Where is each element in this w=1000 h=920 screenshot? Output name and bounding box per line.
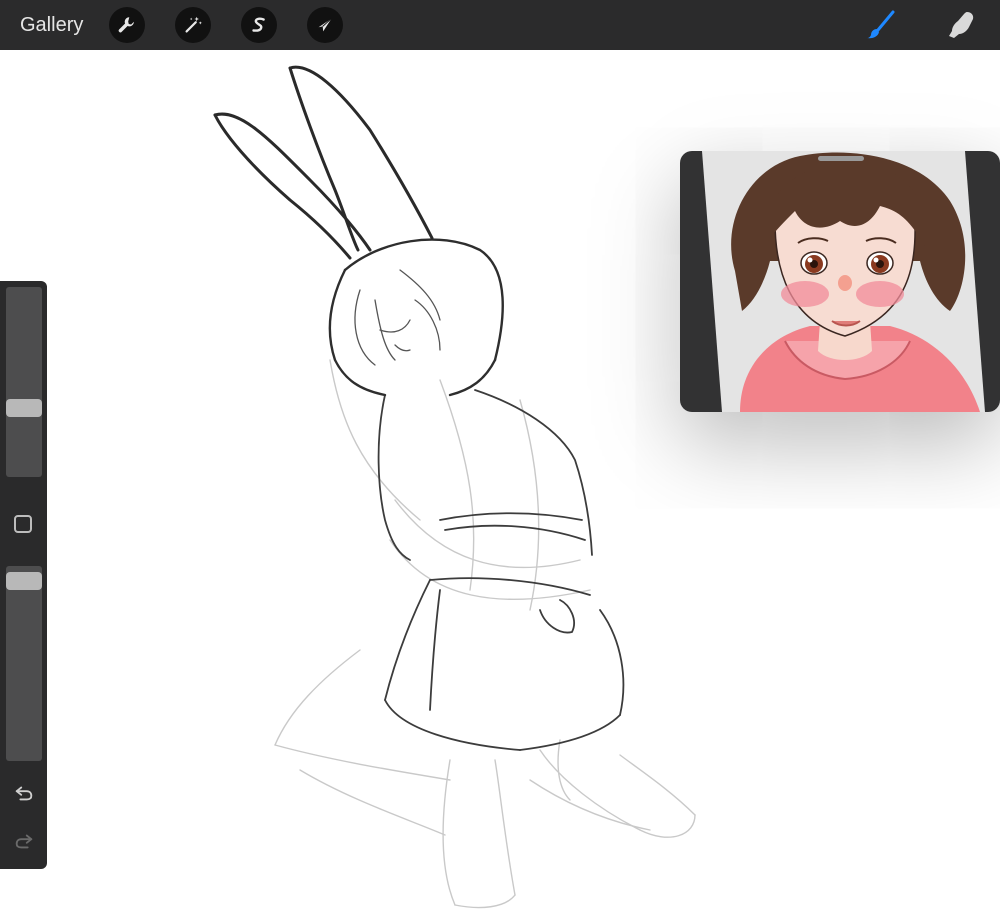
selection-button[interactable]: [241, 7, 277, 43]
brush-opacity-thumb[interactable]: [6, 572, 42, 590]
gallery-button[interactable]: Gallery: [20, 12, 83, 38]
reference-drag-handle[interactable]: [818, 156, 864, 161]
undo-icon: [15, 786, 33, 801]
adjustments-button[interactable]: [175, 7, 211, 43]
actions-button[interactable]: [109, 7, 145, 43]
smudge-finger-icon: [949, 12, 974, 38]
left-sidebar: [0, 281, 47, 869]
top-toolbar: Gallery: [0, 0, 1000, 50]
magic-wand-icon: [185, 16, 202, 33]
drawing-canvas[interactable]: [0, 50, 1000, 920]
reference-window[interactable]: [680, 151, 1000, 412]
redo-button[interactable]: [10, 827, 38, 855]
modify-button[interactable]: [14, 515, 32, 533]
brush-opacity-slider[interactable]: [6, 566, 42, 761]
wrench-icon: [118, 17, 134, 33]
smudge-tool-button[interactable]: [944, 8, 978, 42]
undo-button[interactable]: [10, 779, 38, 807]
transform-button[interactable]: [307, 7, 343, 43]
brush-tool-button[interactable]: [864, 8, 898, 42]
brush-size-slider[interactable]: [6, 287, 42, 477]
redo-icon: [15, 834, 33, 849]
reference-image: [702, 151, 985, 412]
selection-s-icon: [252, 17, 265, 32]
paintbrush-icon: [867, 10, 895, 39]
arrow-cursor-icon: [318, 18, 332, 32]
brush-size-thumb[interactable]: [6, 399, 42, 417]
